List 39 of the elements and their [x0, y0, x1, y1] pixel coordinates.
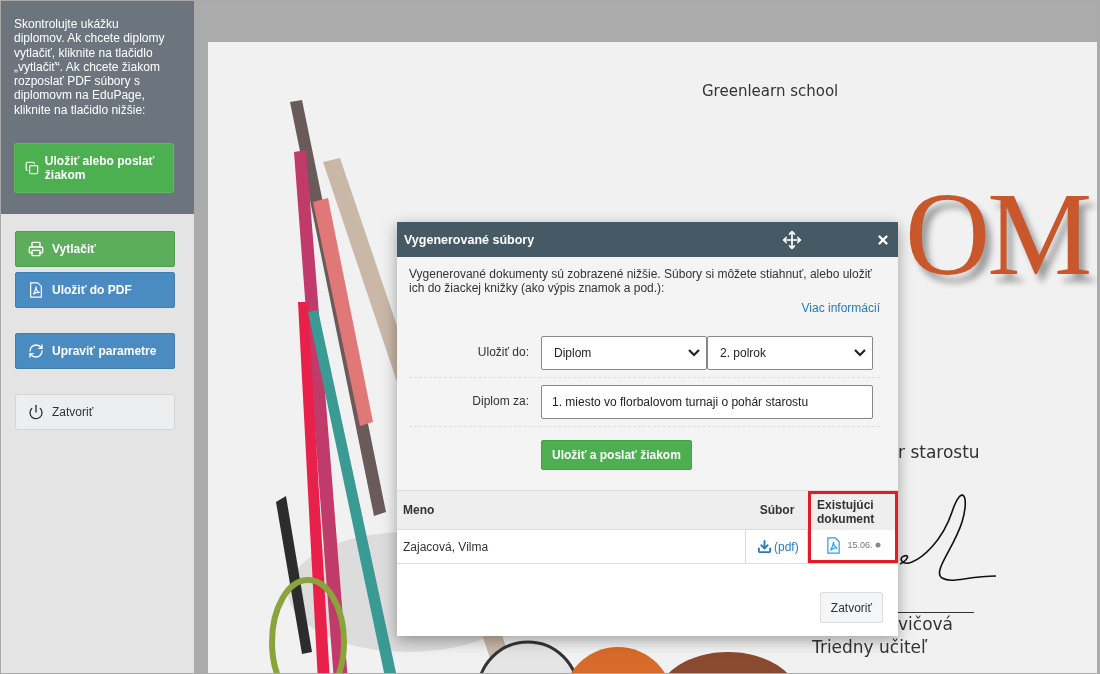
table-cell: Zajacová, Vilma [397, 530, 746, 563]
school-name: Greenlearn school [702, 82, 839, 100]
save-and-send-button[interactable]: Uložiť a poslať žiakom [541, 440, 692, 470]
field-label: Uložiť do: [476, 345, 529, 359]
pdf-icon [825, 536, 843, 554]
column-header: Súbor [746, 491, 808, 530]
refresh-icon [28, 343, 44, 359]
diploma-title: OM [905, 176, 1090, 294]
download-icon [757, 539, 772, 554]
sidebar-button[interactable]: Vytlačiť [15, 231, 175, 267]
teacher-role: Triedny učiteľ [812, 637, 928, 657]
dot-icon [874, 542, 881, 548]
column-header: Meno [397, 491, 746, 530]
pdf-icon [28, 282, 44, 298]
chevron-icon [688, 349, 700, 357]
dropdown[interactable]: Diplom [541, 336, 707, 370]
sidebar-button[interactable]: Zatvoriť [15, 394, 175, 430]
close-button[interactable]: Zatvoriť [819, 592, 883, 623]
download-link[interactable]: (pdf) [757, 539, 799, 554]
save-or-send-button[interactable]: Uložiť alebo poslať žiakom [14, 143, 174, 194]
print-icon [28, 241, 44, 257]
dropdown[interactable]: 2. polrok [707, 336, 873, 370]
close-icon[interactable] [876, 232, 890, 247]
chevron-icon [854, 349, 866, 357]
more-info-link[interactable]: Viac informácií [801, 301, 880, 315]
move-icon [782, 229, 802, 250]
dialog-title: Vygenerované súbory [404, 232, 536, 247]
input-field[interactable]: 1. miesto vo florbalovom turnaji o pohár starostu [541, 385, 873, 419]
instructions-text: Skontrolujte ukážku diplomov. Ak chcete diplomy vytlačiť, kliknite na tlačidlo „vytlačiť“. Ak chcete žiakom rozposlať PDF súbory s diplomovm na EduPage, kliknite na tlačidlo nižšie: [14, 17, 166, 118]
field-label: Diplom za: [471, 394, 529, 408]
sidebar-button[interactable]: Uložiť do PDF [15, 272, 175, 308]
power-icon [28, 404, 44, 420]
dialog-header[interactable]: Vygenerované súbory [397, 222, 898, 257]
teacher-name: vičová [898, 614, 953, 634]
dialog-description: Vygenerované dokumenty sú zobrazené nižšie. Súbory si môžete stiahnuť, alebo uložiť ich do žiackej knižky (ako výpis znamok a pod.): [409, 267, 873, 295]
diploma-reason-text: r starostu [898, 442, 980, 462]
sidebar-button[interactable]: Upraviť parametre [15, 333, 175, 369]
column-header: Existujúci dokument [808, 491, 898, 530]
document-date: 15.06. [847, 540, 873, 550]
